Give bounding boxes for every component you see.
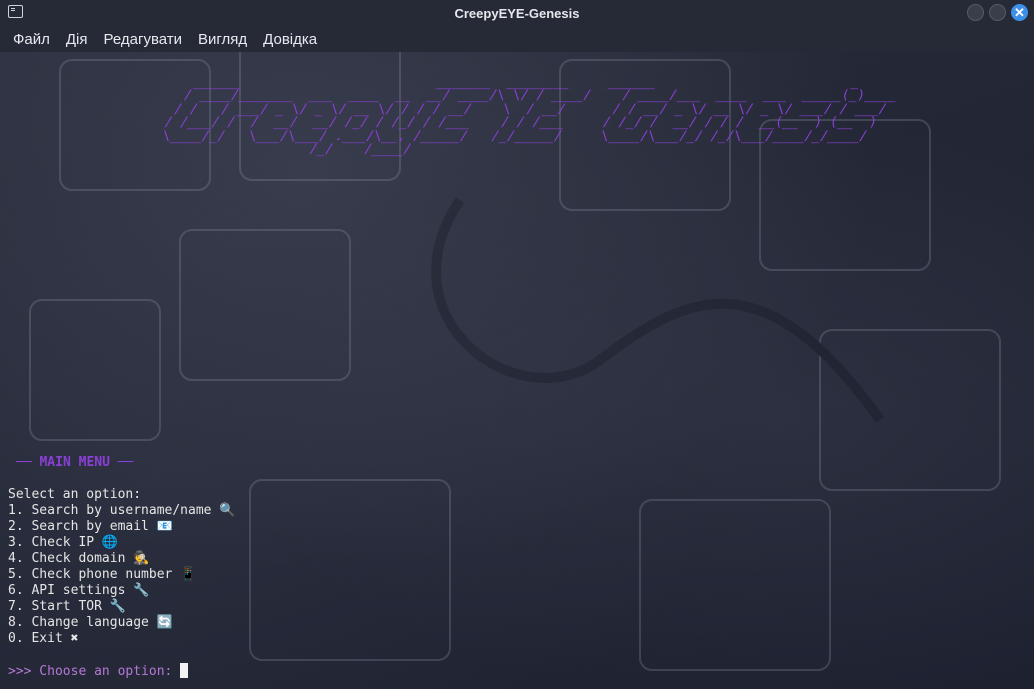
minimize-button[interactable]: [967, 4, 984, 21]
menu-action[interactable]: Дія: [58, 31, 96, 48]
menu-help[interactable]: Довідка: [255, 31, 325, 48]
window-title: CreepyEYE-Genesis: [454, 5, 580, 21]
menu-edit[interactable]: Редагувати: [96, 31, 191, 48]
menu-view[interactable]: Вигляд: [190, 31, 255, 48]
window-titlebar: CreepyEYE-Genesis ✕: [0, 0, 1034, 26]
option-api-settings: 6. API settings 🔧: [8, 583, 150, 598]
window-controls: ✕: [967, 4, 1028, 21]
terminal-app-icon: [8, 5, 23, 18]
terminal-output[interactable]: ______ _______ ________ ______ _ / ____/…: [0, 52, 1034, 689]
option-start-tor: 7. Start TOR 🔧: [8, 599, 126, 614]
maximize-button[interactable]: [989, 4, 1006, 21]
menu-bar: Файл Дія Редагувати Вигляд Довідка: [0, 26, 1034, 52]
main-menu-header: ── MAIN MENU ──: [16, 455, 134, 470]
input-prompt-label: >>> Choose an option:: [8, 664, 181, 679]
ascii-art-banner: ______ _______ ________ ______ _ / ____/…: [136, 75, 898, 158]
input-prompt-line[interactable]: >>> Choose an option:: [8, 663, 189, 680]
option-check-domain: 4. Check domain 🕵: [8, 551, 150, 566]
option-check-phone: 5. Check phone number 📱: [8, 567, 197, 582]
menu-file[interactable]: Файл: [5, 31, 58, 48]
text-cursor[interactable]: [180, 663, 189, 678]
option-search-username: 1. Search by username/name 🔍: [8, 503, 236, 518]
option-change-language: 8. Change language 🔄: [8, 615, 173, 630]
close-icon: ✕: [1014, 5, 1025, 20]
menu-options-list: Select an option: 1. Search by username/…: [8, 487, 236, 647]
option-check-ip: 3. Check IP 🌐: [8, 535, 119, 550]
option-exit: 0. Exit ✖: [8, 631, 79, 646]
option-search-email: 2. Search by email 📧: [8, 519, 173, 534]
close-button[interactable]: ✕: [1011, 4, 1028, 21]
select-option-label: Select an option:: [8, 487, 142, 502]
